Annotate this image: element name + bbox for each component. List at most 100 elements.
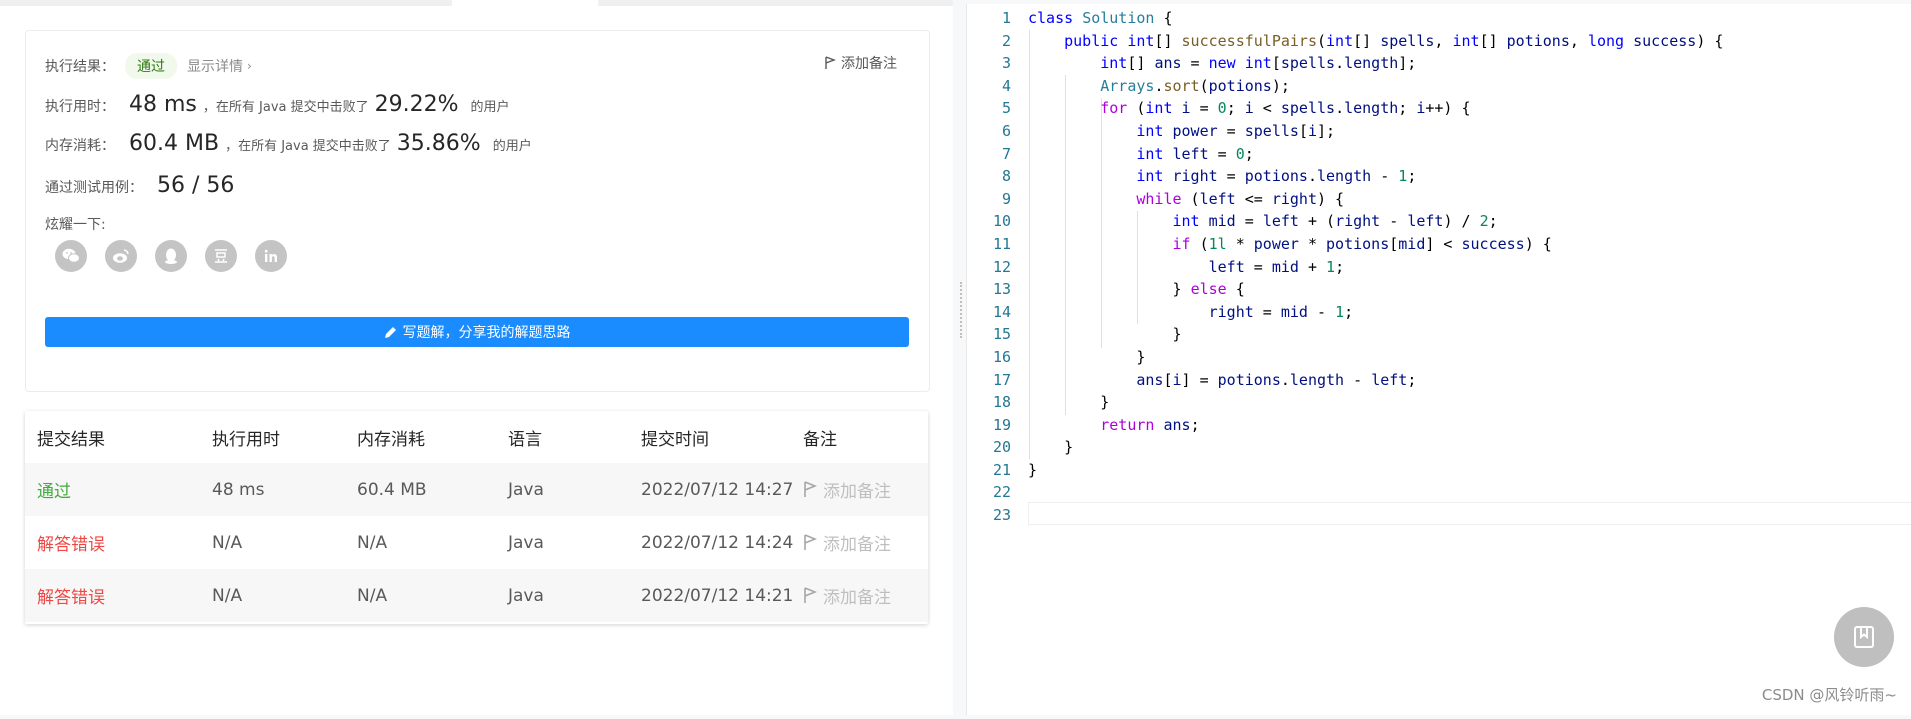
show-details-link[interactable]: 显示详情: [187, 56, 243, 76]
row-add-note[interactable]: 添加备注: [803, 583, 891, 608]
table-row[interactable]: 解答错误 N/A N/A Java 2022/07/12 14:24 添加备注: [25, 516, 928, 569]
code-token: (: [1199, 76, 1209, 95]
code-token: ;: [1407, 370, 1417, 389]
code-token: []: [1353, 31, 1381, 50]
code-token: =: [1217, 167, 1245, 186]
line-number: 23: [992, 506, 1011, 525]
code-line[interactable]: 21}: [967, 459, 1723, 482]
code-token: power: [1253, 234, 1299, 253]
code-token: power: [1172, 121, 1218, 140]
code-token: =: [1190, 99, 1218, 118]
splitter-grip[interactable]: [960, 282, 964, 338]
code-token: (: [1317, 31, 1327, 50]
code-line[interactable]: 6 int power = spells[i];: [967, 120, 1723, 143]
linkedin-icon[interactable]: [255, 240, 287, 272]
line-number: 18: [992, 393, 1011, 412]
table-row[interactable]: 通过 48 ms 60.4 MB Java 2022/07/12 14:27 添…: [25, 463, 928, 516]
code-line[interactable]: 20 }: [967, 436, 1723, 459]
qq-icon[interactable]: [155, 240, 187, 272]
code-line[interactable]: 22: [967, 481, 1723, 504]
code-token: long: [1587, 31, 1625, 50]
line-number: 14: [992, 302, 1011, 321]
write-solution-button[interactable]: 写题解，分享我的解题思路: [45, 317, 909, 347]
code-line[interactable]: 15 }: [967, 323, 1723, 346]
share-icons: [55, 240, 287, 272]
code-token: i: [1244, 99, 1254, 118]
code-token: []: [1127, 54, 1155, 73]
share-label: 炫耀一下:: [45, 217, 106, 233]
row-memory: N/A: [357, 585, 388, 606]
code-token: -: [1371, 167, 1399, 186]
code-line[interactable]: 14 right = mid - 1;: [967, 301, 1723, 324]
code-token: [: [1163, 370, 1173, 389]
chevron-right-icon: ›: [247, 59, 252, 73]
code-line[interactable]: 2 public int[] successfulPairs(int[] spe…: [967, 30, 1723, 53]
douban-icon[interactable]: [205, 240, 237, 272]
code-line[interactable]: 13 } else {: [967, 278, 1723, 301]
row-note-label: 添加备注: [823, 588, 891, 608]
memory-label: 内存消耗：: [45, 138, 115, 154]
weibo-icon[interactable]: [105, 240, 137, 272]
row-status[interactable]: 通过: [37, 477, 71, 502]
code-line[interactable]: 18 }: [967, 391, 1723, 414]
code-token: int: [1145, 99, 1173, 118]
line-number: 20: [992, 438, 1011, 457]
panel-splitter[interactable]: [953, 0, 966, 719]
tab-active[interactable]: [452, 0, 598, 6]
memory-percent: 35.86%: [396, 131, 481, 156]
wechat-icon[interactable]: [55, 240, 87, 272]
code-line[interactable]: 10 int mid = left + (right - left) / 2;: [967, 210, 1723, 233]
code-line[interactable]: 17 ans[i] = potions.length - left;: [967, 369, 1723, 392]
row-status[interactable]: 解答错误: [37, 530, 105, 555]
code-token: length: [1317, 167, 1372, 186]
code-line[interactable]: 8 int right = potions.length - 1;: [967, 165, 1723, 188]
code-line[interactable]: 23: [967, 504, 1723, 527]
code-editor[interactable]: 1 class Solution {2 public int[] successf…: [966, 4, 1911, 715]
row-status[interactable]: 解答错误: [37, 583, 105, 608]
code-line[interactable]: 16 }: [967, 346, 1723, 369]
code-token: spells: [1280, 54, 1336, 73]
add-note-button[interactable]: 添加备注: [824, 53, 897, 73]
watermark: CSDN @风铃听雨~: [1761, 686, 1897, 704]
code-token: *: [1226, 234, 1254, 253]
code-token: left: [1172, 144, 1209, 163]
code-token: ans: [1136, 370, 1164, 389]
code-token: int: [1127, 31, 1155, 50]
code-line[interactable]: 12 left = mid + 1;: [967, 256, 1723, 279]
code-line[interactable]: 11 if (1l * power * potions[mid] < succe…: [967, 233, 1723, 256]
code-lines[interactable]: 1 class Solution {2 public int[] successf…: [967, 7, 1723, 527]
code-line[interactable]: 9 while (left <= right) {: [967, 188, 1723, 211]
code-line[interactable]: 7 int left = 0;: [967, 143, 1723, 166]
code-line[interactable]: 5 for (int i = 0; i < spells.length; i++…: [967, 97, 1723, 120]
flag-icon: [825, 56, 836, 69]
table-row[interactable]: 解答错误 N/A N/A Java 2022/07/12 14:21 添加备注: [25, 569, 928, 622]
code-token: 1: [1335, 302, 1345, 321]
code-token: mid: [1398, 234, 1426, 253]
bookmark-fab[interactable]: [1834, 607, 1894, 667]
code-token: left: [1208, 257, 1245, 276]
code-line[interactable]: 4 Arrays.sort(potions);: [967, 75, 1723, 98]
row-add-note[interactable]: 添加备注: [803, 477, 891, 502]
line-number: 2: [1001, 31, 1011, 50]
row-add-note[interactable]: 添加备注: [803, 530, 891, 555]
code-token: new: [1208, 54, 1236, 73]
code-line[interactable]: 3 int[] ans = new int[spells.length];: [967, 52, 1723, 75]
code-token: for: [1100, 99, 1128, 118]
row-runtime: 48 ms: [212, 479, 265, 500]
code-line[interactable]: 19 return ans;: [967, 414, 1723, 437]
code-line[interactable]: 1 class Solution {: [967, 7, 1723, 30]
add-note-label: 添加备注: [841, 56, 897, 72]
code-token: spells: [1380, 31, 1435, 50]
status-badge: 通过: [125, 53, 177, 79]
code-token: }: [1028, 393, 1110, 412]
code-token: ;: [1488, 212, 1498, 231]
line-number: 1: [1001, 9, 1011, 27]
